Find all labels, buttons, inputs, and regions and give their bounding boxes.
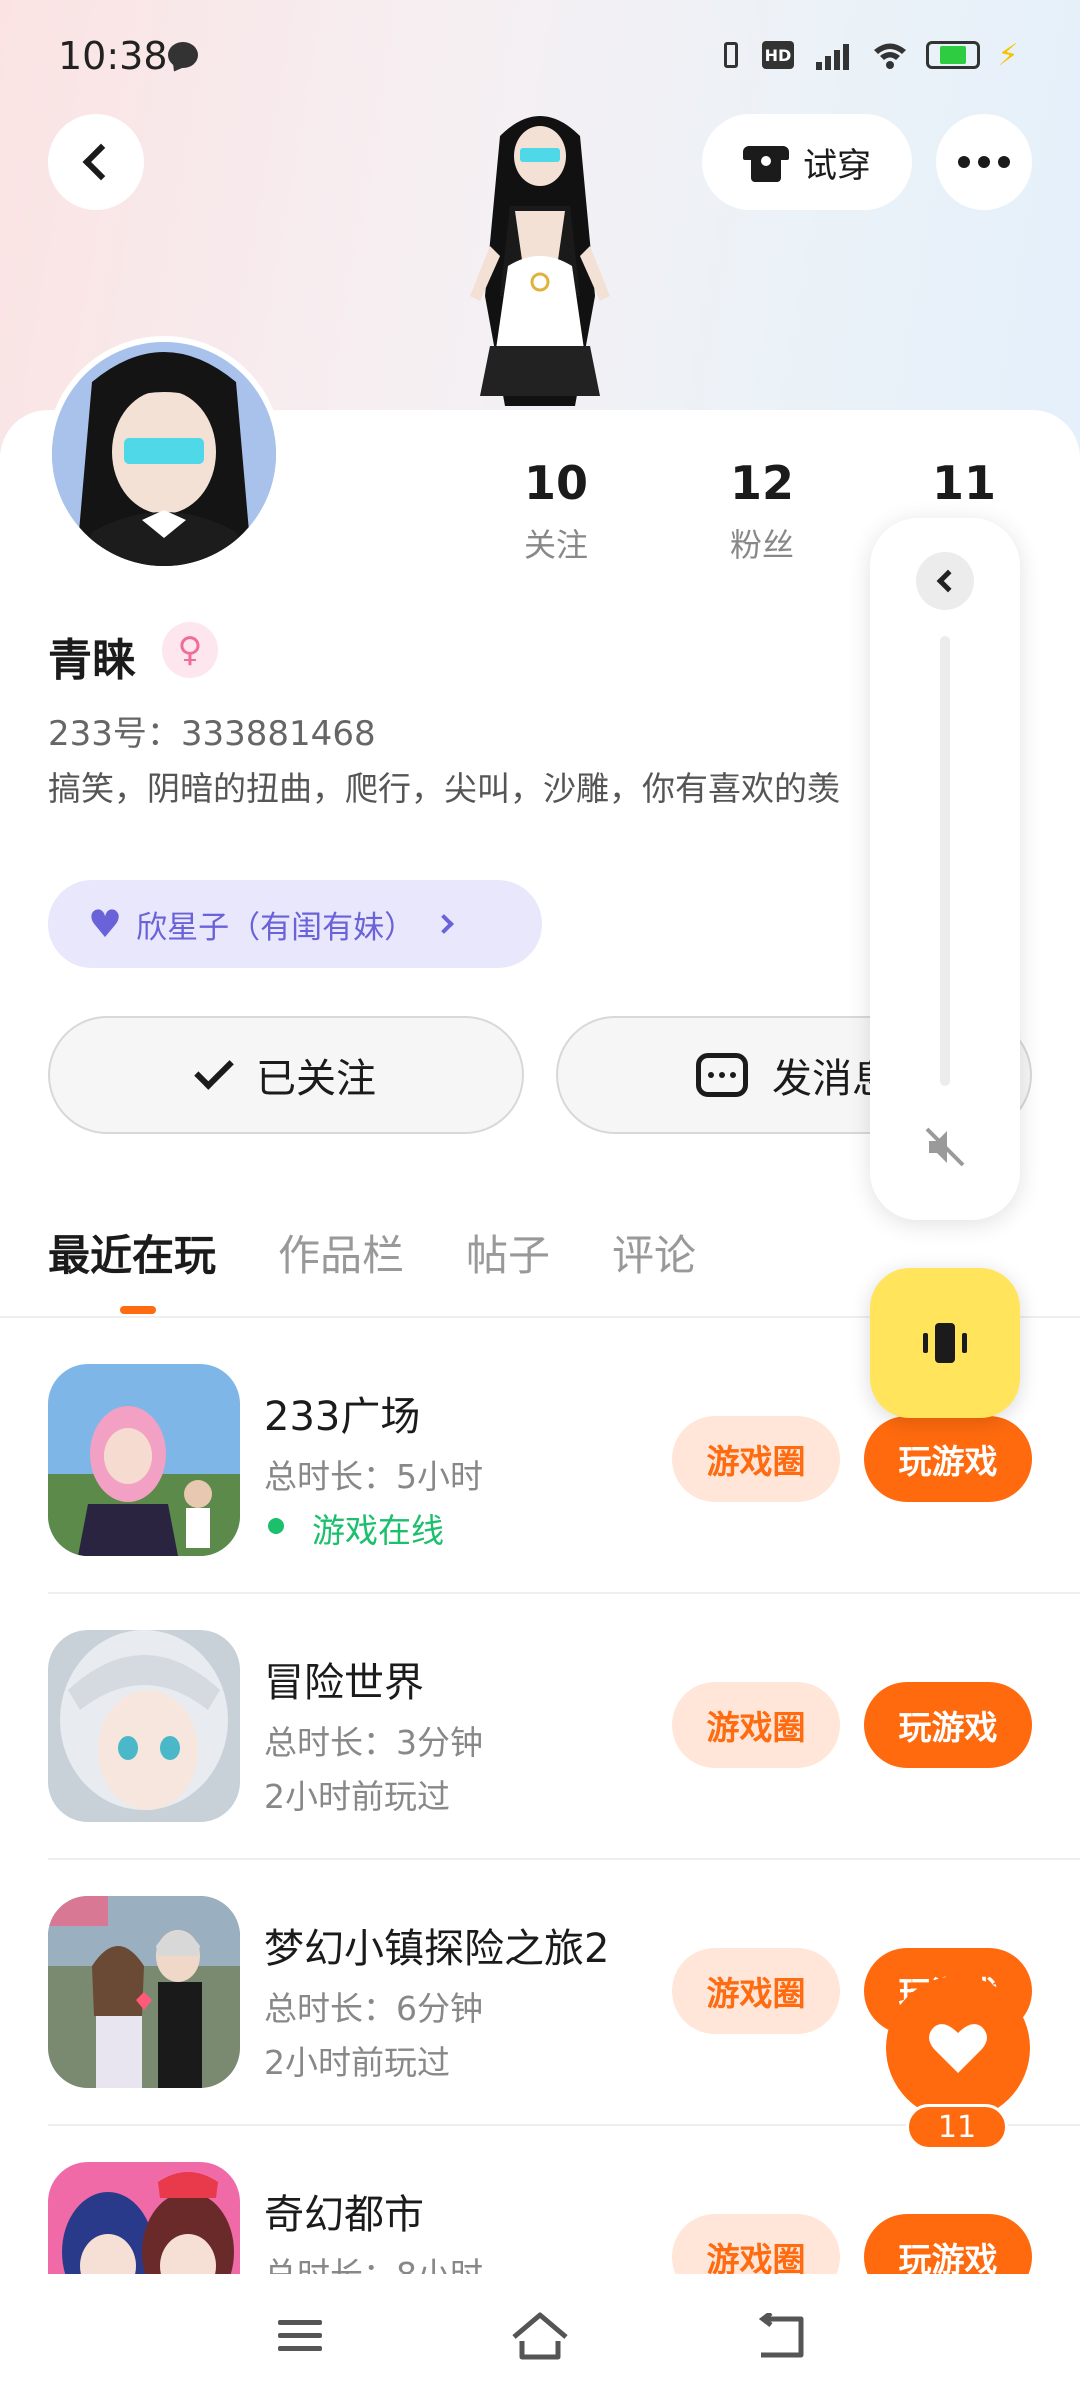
chevron-left-icon: [936, 569, 960, 593]
menu-nav-button[interactable]: [270, 2306, 330, 2366]
game-title: 冒险世界: [264, 1660, 424, 1706]
active-tab-indicator: [120, 1306, 156, 1314]
chevron-left-icon: [82, 143, 120, 181]
signal-icon: [810, 40, 854, 70]
row-divider: [48, 1592, 1080, 1594]
group-label: 欣星子（有闺有妹）: [136, 909, 416, 946]
profile-name: 青睐: [48, 635, 136, 686]
stat-likes[interactable]: 11: [884, 456, 1044, 510]
play-game-button[interactable]: 玩游戏: [864, 1416, 1032, 1502]
play-game-button[interactable]: 玩游戏: [864, 2214, 1032, 2274]
wifi-icon: [870, 40, 910, 70]
stat-fans[interactable]: 12 粉丝: [682, 456, 842, 566]
game-title: 233广场: [264, 1394, 421, 1440]
game-title: 梦幻小镇探险之旅2: [264, 1926, 610, 1972]
game-last-played: 2小时前玩过: [264, 2043, 450, 2082]
menu-icon: [278, 2320, 322, 2351]
try-on-button[interactable]: 试穿: [702, 114, 912, 210]
back-nav-button[interactable]: [752, 2306, 812, 2366]
stat-following-label: 关注: [523, 526, 588, 564]
try-on-label: 试穿: [803, 145, 871, 186]
heart-icon: ♥: [88, 902, 123, 946]
profile-bio: 搞笑，阴暗的扭曲，爬行，尖叫，沙雕，你有喜欢的羡: [48, 769, 840, 808]
stat-following[interactable]: 10 关注: [476, 456, 636, 566]
hd-voice-icon: HD: [762, 41, 794, 69]
like-count-badge: 11: [906, 2104, 1008, 2150]
status-time: 10:38: [58, 34, 168, 78]
avatar[interactable]: [46, 336, 282, 572]
chat-notification-icon: [168, 42, 198, 68]
female-gender-icon: ♀: [162, 622, 218, 678]
stat-fans-value: 12: [729, 456, 794, 510]
game-last-played: 2小时前玩过: [264, 1777, 450, 1816]
tab-posts[interactable]: 帖子: [466, 1222, 550, 1283]
back-button[interactable]: [48, 114, 144, 210]
home-nav-button[interactable]: [510, 2306, 570, 2366]
battery-icon: [926, 41, 980, 69]
mute-icon[interactable]: [920, 1122, 970, 1172]
following-button[interactable]: 已关注: [48, 1016, 524, 1134]
play-game-button[interactable]: 玩游戏: [864, 1682, 1032, 1768]
vibrate-mode-icon: [716, 40, 746, 70]
status-icons: HD ⚡: [716, 37, 1020, 73]
stat-likes-value: 11: [931, 456, 996, 510]
tab-works[interactable]: 作品栏: [278, 1222, 404, 1283]
volume-panel: [870, 518, 1020, 1220]
stat-following-value: 10: [523, 456, 588, 510]
game-circle-button[interactable]: 游戏圈: [672, 1948, 840, 2034]
shirt-icon: [743, 142, 789, 182]
game-duration: 总时长：8小时: [264, 2248, 483, 2274]
check-icon: [194, 1050, 234, 1090]
status-bar: 10:38 HD ⚡: [0, 0, 1080, 110]
back-icon: [758, 2313, 804, 2358]
game-duration: 总时长：5小时: [264, 1457, 483, 1496]
game-icon-adventure-world[interactable]: [48, 1630, 240, 1822]
home-icon: [512, 2312, 568, 2360]
collapse-volume-button[interactable]: [916, 552, 974, 610]
chevron-right-icon: [434, 914, 454, 934]
game-icon-233-square[interactable]: [48, 1364, 240, 1556]
avatar-3d-figure[interactable]: [430, 96, 650, 416]
tab-recently-played[interactable]: 最近在玩: [48, 1222, 216, 1283]
vibrate-icon: [923, 1323, 967, 1363]
game-circle-button[interactable]: 游戏圈: [672, 1416, 840, 1502]
game-row[interactable]: 奇幻都市 总时长：8小时 游戏圈 玩游戏: [0, 2162, 1080, 2274]
tab-comments[interactable]: 评论: [612, 1222, 696, 1283]
vibrate-button[interactable]: [870, 1268, 1020, 1418]
profile-tabs: 最近在玩 作品栏 帖子 评论: [48, 1222, 696, 1283]
message-icon: [696, 1053, 748, 1097]
heart-icon: [929, 2024, 987, 2073]
game-duration: 总时长：3分钟: [264, 1723, 483, 1762]
profile-uid[interactable]: 233号：333881468: [48, 706, 376, 755]
game-circle-button[interactable]: 游戏圈: [672, 1682, 840, 1768]
game-title: 奇幻都市: [264, 2192, 424, 2238]
like-button[interactable]: [886, 1976, 1030, 2120]
game-duration: 总时长：6分钟: [264, 1989, 483, 2028]
more-options-button[interactable]: [936, 114, 1032, 210]
game-row[interactable]: 冒险世界 总时长：3分钟 2小时前玩过 游戏圈 玩游戏: [0, 1630, 1080, 1896]
stat-fans-label: 粉丝: [729, 526, 794, 564]
system-nav-bar: [0, 2274, 1080, 2400]
following-label: 已关注: [256, 1056, 376, 1102]
online-status-dot: [268, 1518, 284, 1534]
volume-slider[interactable]: [940, 636, 950, 1086]
row-divider: [48, 1858, 1080, 1860]
game-icon-dream-town[interactable]: [48, 1896, 240, 2088]
charging-icon: ⚡: [997, 37, 1019, 73]
group-badge-button[interactable]: ♥ 欣星子（有闺有妹）: [48, 880, 542, 968]
game-icon-fantasy-city[interactable]: [48, 2162, 240, 2274]
game-online-status: 游戏在线: [312, 1511, 444, 1550]
game-circle-button[interactable]: 游戏圈: [672, 2214, 840, 2274]
